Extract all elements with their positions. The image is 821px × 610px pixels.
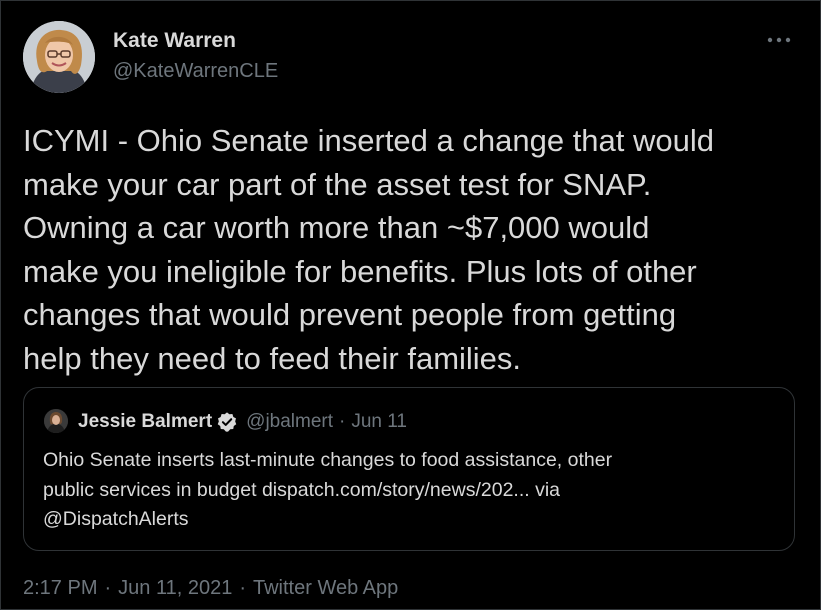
tweet-metadata: 2:17 PM · Jun 11, 2021 · Twitter Web App: [23, 577, 398, 600]
author-avatar[interactable]: [23, 21, 95, 93]
separator-dot: ·: [104, 577, 112, 599]
profile-photo-icon: [44, 409, 68, 433]
author-handle[interactable]: @KateWarrenCLE: [113, 60, 278, 83]
quoted-tweet-text: Ohio Senate inserts last-minute changes …: [43, 449, 613, 530]
quoted-author-name[interactable]: Jessie Balmert: [78, 411, 212, 433]
more-options-button[interactable]: [761, 25, 797, 55]
tweet-card: Kate Warren @KateWarrenCLE ICYMI - Ohio …: [0, 0, 821, 610]
tweet-text: ICYMI - Ohio Senate inserted a change th…: [23, 123, 715, 376]
profile-photo-icon: [23, 21, 95, 93]
quoted-author-avatar[interactable]: [44, 409, 68, 433]
verified-badge-icon: [217, 412, 237, 432]
quoted-author-handle[interactable]: @jbalmert: [246, 411, 333, 433]
separator-dot: ·: [339, 411, 346, 432]
tweet-date[interactable]: Jun 11, 2021: [118, 577, 232, 600]
more-horizontal-icon: [767, 37, 791, 43]
tweet-time[interactable]: 2:17 PM: [23, 577, 97, 600]
source-app-link[interactable]: Twitter Web App: [253, 577, 398, 600]
quoted-tweet-date[interactable]: Jun 11: [351, 411, 407, 433]
quoted-tweet-header: Jessie Balmert @jbalmert · Jun 11: [78, 409, 407, 435]
author-name[interactable]: Kate Warren: [113, 29, 236, 53]
separator-dot: ·: [239, 577, 246, 599]
quoted-tweet[interactable]: Jessie Balmert @jbalmert · Jun 11 Ohio S…: [23, 387, 795, 551]
